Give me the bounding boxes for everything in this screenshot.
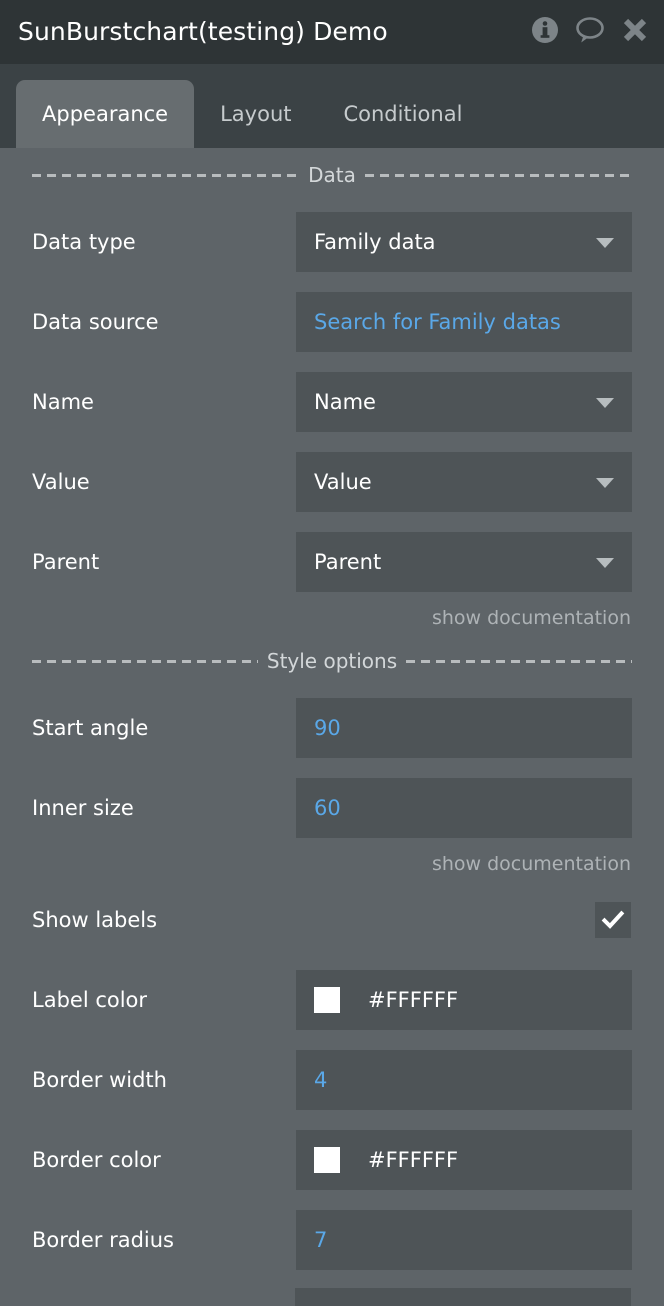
tab-appearance-label: Appearance [42,102,169,126]
chevron-down-icon [596,558,614,568]
value-value: Value [314,470,372,494]
row-border-radius: Border radius 7 [0,1200,664,1280]
data-type-dropdown[interactable]: Family data [296,212,632,272]
section-title-style: Style options [266,649,398,673]
control-inner-size: 60 [296,778,632,838]
tab-appearance[interactable]: Appearance [16,80,195,148]
control-start-angle: 90 [296,698,632,758]
inner-size-value: 60 [314,796,341,820]
properties-body: Data Data type Family data Data source S… [0,148,664,1306]
border-radius-input[interactable]: 7 [296,1210,632,1270]
label-value: Value [32,470,90,494]
titlebar: SunBurstchart(testing) Demo [0,0,664,64]
label-color-input[interactable]: #FFFFFF [296,970,632,1030]
row-border-color: Border color #FFFFFF [0,1120,664,1200]
comment-icon[interactable] [574,15,606,49]
border-color-swatch[interactable] [314,1147,340,1173]
dash-line-right [406,659,633,663]
control-show-labels [296,902,631,938]
row-parent: Parent Parent [0,522,664,602]
next-field-partial[interactable] [295,1288,631,1306]
control-name: Name [296,372,632,432]
chevron-down-icon [596,238,614,248]
tab-conditional[interactable]: Conditional [317,80,488,148]
page-title: SunBurstchart(testing) Demo [18,17,388,46]
border-width-input[interactable]: 4 [296,1050,632,1110]
label-label-color: Label color [32,988,148,1012]
dash-line-left [32,173,300,177]
row-value: Value Value [0,442,664,522]
parent-dropdown[interactable]: Parent [296,532,632,592]
row-data-type: Data type Family data [0,202,664,282]
dash-line-left [32,659,258,663]
label-border-color: Border color [32,1148,161,1172]
start-angle-input[interactable]: 90 [296,698,632,758]
row-name: Name Name [0,362,664,442]
dash-line-right [364,173,633,177]
section-header-style: Style options [0,634,664,688]
name-value: Name [314,390,376,414]
data-source-search-input[interactable]: Search for Family datas [296,292,632,352]
row-start-angle: Start angle 90 [0,688,664,768]
value-dropdown[interactable]: Value [296,452,632,512]
row-label-color: Label color #FFFFFF [0,960,664,1040]
inner-size-input[interactable]: 60 [296,778,632,838]
control-border-width: 4 [296,1050,632,1110]
label-data-source: Data source [32,310,159,334]
control-value: Value [296,452,632,512]
tab-conditional-label: Conditional [343,102,463,126]
check-icon [601,910,625,929]
label-border-width: Border width [32,1068,167,1092]
row-show-labels: Show labels [0,880,664,960]
label-color-value: #FFFFFF [368,988,459,1012]
control-label-color: #FFFFFF [296,970,632,1030]
border-radius-value: 7 [314,1228,328,1252]
control-data-type: Family data [296,212,632,272]
data-source-placeholder: Search for Family datas [314,310,561,334]
control-border-radius: 7 [296,1210,632,1270]
tab-layout-label: Layout [220,102,292,126]
tab-bar: Appearance Layout Conditional [0,64,664,148]
doc-row-style: show documentation [0,848,664,880]
parent-value: Parent [314,550,382,574]
control-parent: Parent [296,532,632,592]
label-inner-size: Inner size [32,796,134,820]
start-angle-value: 90 [314,716,341,740]
section-header-data: Data [0,148,664,202]
label-parent: Parent [32,550,100,574]
label-color-swatch[interactable] [314,987,340,1013]
property-editor-panel: SunBurstchart(testing) Demo Appearance L… [0,0,664,1306]
close-icon[interactable] [620,15,650,49]
doc-row-data: show documentation [0,602,664,634]
data-type-value: Family data [314,230,436,254]
label-show-labels: Show labels [32,908,158,932]
label-data-type: Data type [32,230,136,254]
border-width-value: 4 [314,1068,328,1092]
show-labels-checkbox[interactable] [595,902,631,938]
info-icon[interactable] [530,15,560,49]
row-border-width: Border width 4 [0,1040,664,1120]
control-data-source: Search for Family datas [296,292,632,352]
label-start-angle: Start angle [32,716,149,740]
border-color-value: #FFFFFF [368,1148,459,1172]
chevron-down-icon [596,478,614,488]
control-border-color: #FFFFFF [296,1130,632,1190]
show-documentation-link-style[interactable]: show documentation [432,853,631,875]
chevron-down-icon [596,398,614,408]
name-dropdown[interactable]: Name [296,372,632,432]
row-spacer [0,1280,664,1288]
section-title-data: Data [308,163,356,187]
show-documentation-link-data[interactable]: show documentation [432,607,631,629]
border-color-input[interactable]: #FFFFFF [296,1130,632,1190]
titlebar-actions [530,15,650,49]
row-data-source: Data source Search for Family datas [0,282,664,362]
label-name: Name [32,390,94,414]
label-border-radius: Border radius [32,1228,174,1252]
tab-layout[interactable]: Layout [194,80,317,148]
row-inner-size: Inner size 60 [0,768,664,848]
